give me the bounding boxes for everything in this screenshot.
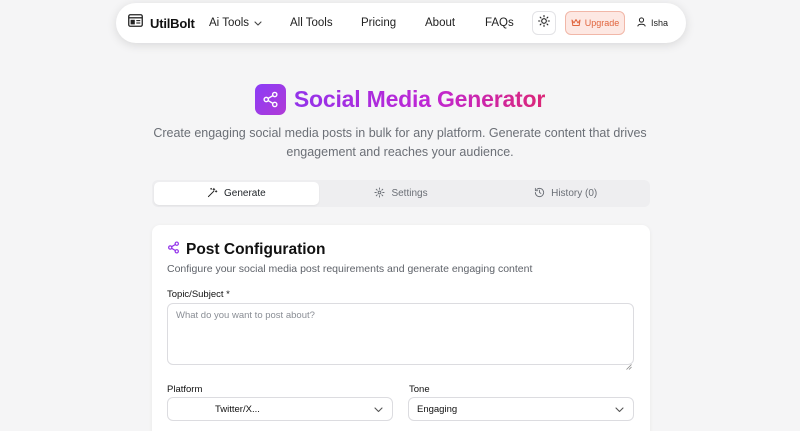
user-menu-button[interactable]: Isha	[637, 3, 668, 43]
tab-settings[interactable]: Settings	[319, 182, 484, 205]
topic-textarea[interactable]	[167, 303, 634, 365]
user-name: Isha	[651, 18, 669, 28]
tone-label: Tone	[409, 384, 430, 395]
tab-settings-label: Settings	[391, 188, 428, 199]
brand-logo-link[interactable]: UtilBolt	[128, 3, 195, 43]
platform-select-value: Twitter/X...	[215, 403, 260, 415]
resize-grip-icon[interactable]	[626, 357, 632, 375]
sun-icon	[538, 14, 550, 32]
card-description: Configure your social media post require…	[167, 263, 533, 275]
history-icon	[534, 187, 545, 201]
hero-header: Social Media Generator	[0, 83, 800, 116]
magic-wand-icon	[207, 187, 218, 201]
tab-generate[interactable]: Generate	[154, 182, 319, 205]
page-title: Social Media Generator	[293, 86, 546, 112]
nav-ai-tools-label: Ai Tools	[209, 17, 250, 29]
tab-history[interactable]: History (0)	[483, 182, 648, 205]
tone-select-value: Engaging	[417, 403, 458, 415]
theme-toggle-button[interactable]	[532, 11, 556, 35]
platform-label: Platform	[167, 384, 203, 395]
chevron-down-icon	[615, 405, 624, 416]
user-icon	[637, 17, 646, 29]
nav-faqs-link[interactable]: FAQs	[485, 3, 514, 43]
logo-icon	[128, 14, 143, 32]
upgrade-label: Upgrade	[584, 18, 620, 28]
gear-icon	[374, 186, 385, 201]
card-header: Post Configuration	[167, 241, 326, 259]
tab-generate-label: Generate	[223, 188, 266, 199]
card-title: Post Configuration	[186, 241, 326, 258]
top-navbar: UtilBolt Ai Tools All Tools Pricing Abou…	[116, 3, 686, 43]
tone-select[interactable]: Engaging	[408, 397, 634, 421]
share-icon	[167, 241, 180, 259]
platform-select[interactable]: Twitter/X...	[167, 397, 393, 421]
brand-name: UtilBolt	[150, 15, 195, 31]
post-configuration-card: Post Configuration Configure your social…	[152, 225, 650, 431]
nav-about-link[interactable]: About	[425, 3, 455, 43]
crown-icon	[571, 18, 581, 29]
tab-history-label: History (0)	[551, 188, 598, 199]
nav-ai-tools-dropdown[interactable]: Ai Tools	[209, 3, 262, 43]
share-icon	[254, 84, 286, 115]
nav-pricing-link[interactable]: Pricing	[361, 3, 396, 43]
upgrade-button[interactable]: Upgrade	[565, 11, 625, 35]
chevron-down-icon	[249, 17, 262, 29]
tab-bar: Generate Settings History (0)	[152, 180, 650, 207]
page-subtitle: Create engaging social media posts in bu…	[153, 126, 647, 159]
topic-label: Topic/Subject *	[167, 289, 230, 300]
chevron-down-icon	[374, 405, 383, 416]
nav-all-tools-link[interactable]: All Tools	[290, 3, 333, 43]
